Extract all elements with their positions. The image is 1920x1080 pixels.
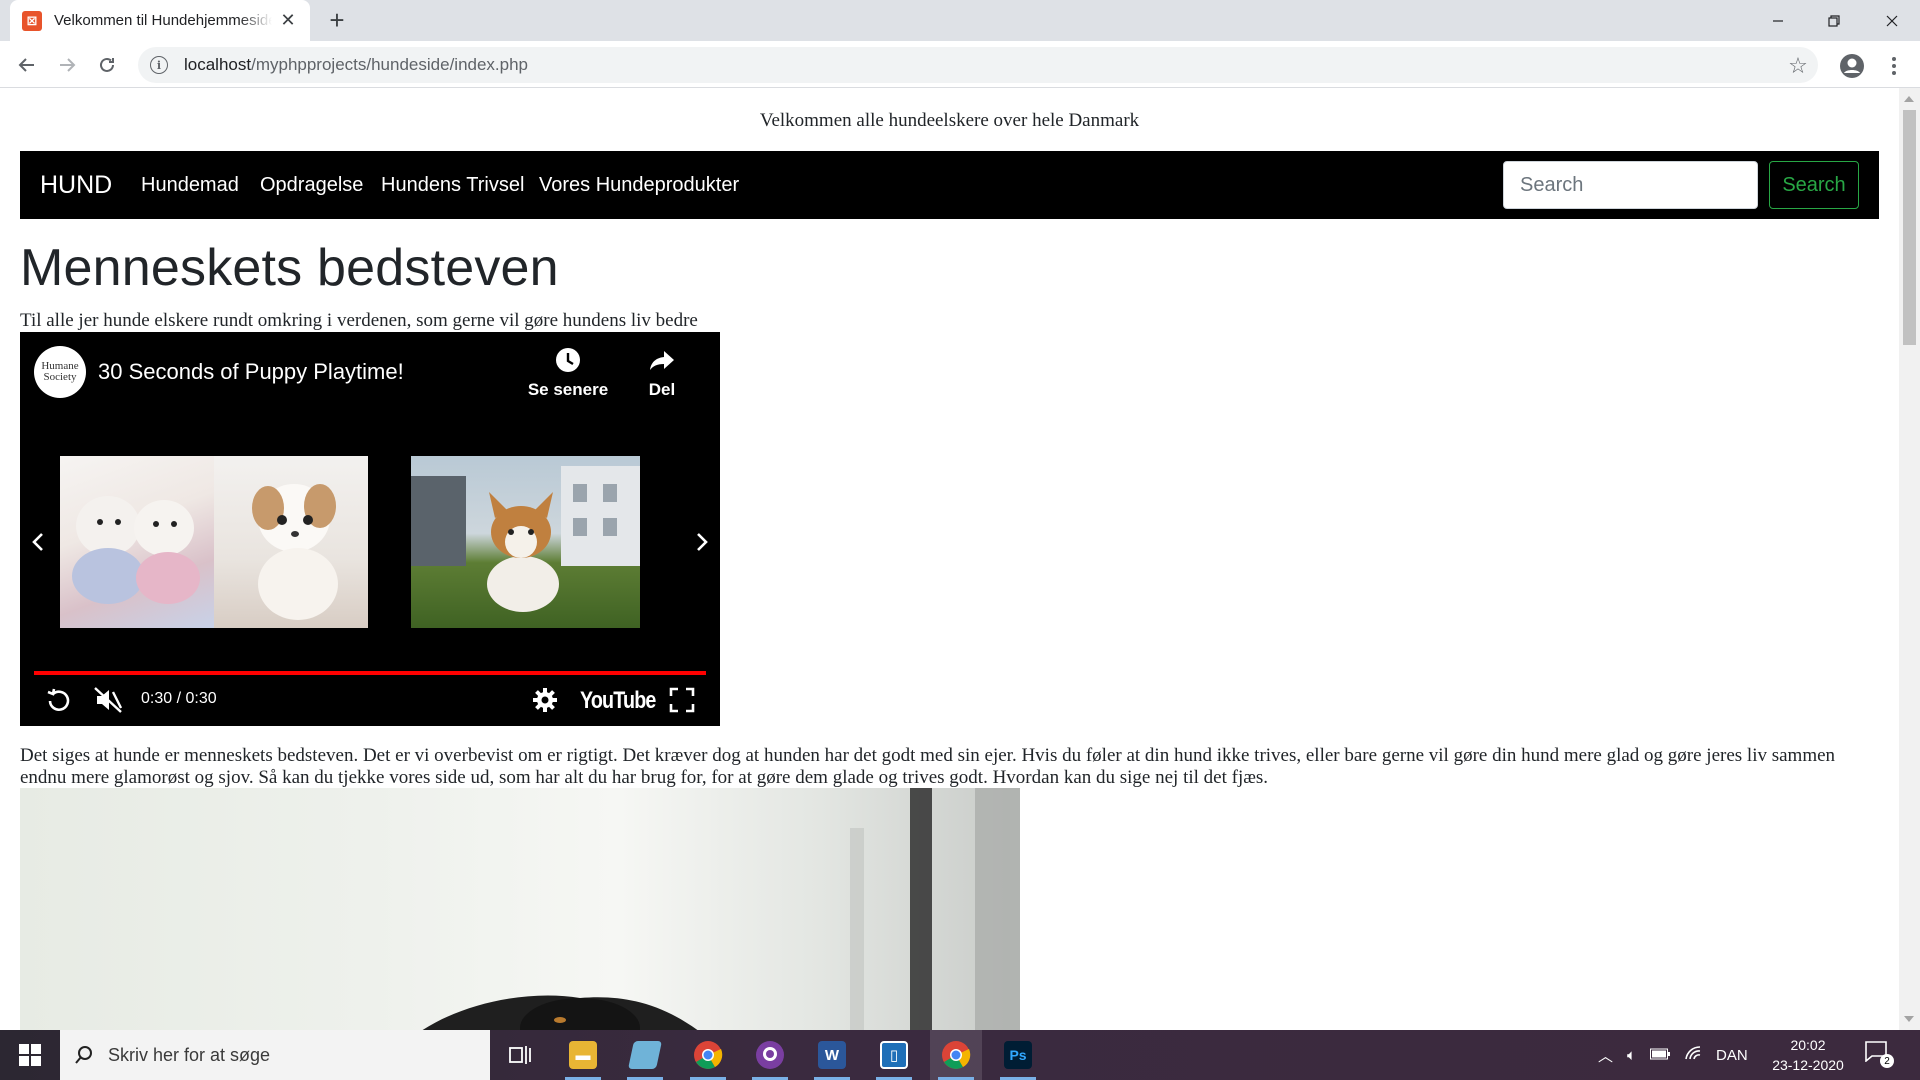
- page-viewport: Velkommen alle hundeelskere over hele Da…: [0, 88, 1899, 1030]
- app-icon[interactable]: ▯: [868, 1030, 920, 1080]
- nav-link-hundemad[interactable]: Hundemad: [141, 174, 239, 197]
- chevron-left-icon[interactable]: [28, 528, 48, 556]
- windows-start-icon[interactable]: [0, 1030, 60, 1080]
- video-thumbnail-corgi[interactable]: [411, 456, 640, 628]
- share-label: Del: [648, 380, 676, 399]
- taskbar-clock[interactable]: 20:02 23-12-2020: [1768, 1035, 1848, 1075]
- reload-icon[interactable]: [91, 49, 123, 81]
- brand-logo[interactable]: HUND: [40, 171, 112, 200]
- notepad-icon[interactable]: [619, 1030, 671, 1080]
- windows-taskbar: Skriv her for at søge ▬ W ▯ Ps ︿ 🔈︎ DAN …: [0, 1030, 1920, 1080]
- profile-avatar-icon[interactable]: [1838, 52, 1866, 80]
- share-arrow-icon: [650, 351, 674, 370]
- settings-gear-icon[interactable]: [530, 684, 560, 716]
- tab-strip: ⊠ Velkommen til Hundehjemmeside ✕ +: [0, 0, 1920, 41]
- notification-center-icon[interactable]: 2: [1864, 1040, 1894, 1070]
- github-desktop-icon[interactable]: [744, 1030, 796, 1080]
- channel-avatar[interactable]: Humane Society: [34, 346, 86, 398]
- intro-paragraph: Det siges at hunde er menneskets bedstev…: [20, 745, 1836, 788]
- site-navbar: HUND Hundemad Opdragelse Hundens Trivsel…: [20, 151, 1879, 219]
- close-window-button[interactable]: [1864, 0, 1920, 41]
- dog-hero-image: [20, 788, 1020, 1030]
- address-bar[interactable]: i localhost/myphpprojects/hundeside/inde…: [138, 47, 1818, 83]
- speaker-icon[interactable]: 🔈︎: [1627, 1047, 1636, 1064]
- scroll-up-arrow-icon[interactable]: [1904, 96, 1914, 102]
- notification-count: 2: [1880, 1054, 1894, 1068]
- scrollbar-thumb[interactable]: [1903, 110, 1916, 345]
- nav-link-opdragelse[interactable]: Opdragelse: [260, 174, 363, 197]
- nav-link-hundeprodukter[interactable]: Vores Hundeprodukter: [539, 174, 739, 197]
- youtube-logo[interactable]: YouTube: [580, 687, 656, 715]
- task-view-icon[interactable]: [494, 1030, 546, 1080]
- page-title: Menneskets bedsteven: [20, 239, 559, 297]
- muted-speaker-icon[interactable]: [92, 684, 124, 716]
- watch-later-button[interactable]: Se senere: [523, 346, 613, 400]
- taskbar-search-placeholder: Skriv her for at søge: [108, 1044, 271, 1065]
- minimize-button[interactable]: [1750, 0, 1806, 41]
- search-button[interactable]: Search: [1769, 161, 1859, 209]
- page-subtitle: Til alle jer hunde elskere rundt omkring…: [20, 310, 698, 331]
- restore-button[interactable]: [1806, 0, 1862, 41]
- system-tray: ︿ 🔈︎ DAN: [1598, 1030, 1748, 1080]
- language-indicator[interactable]: DAN: [1716, 1047, 1748, 1064]
- video-progress-bar[interactable]: [34, 671, 706, 675]
- search-icon: [75, 1046, 92, 1064]
- video-thumbnail-chihuahua[interactable]: [214, 456, 368, 628]
- bookmark-star-icon[interactable]: ☆: [1786, 53, 1810, 78]
- wifi-icon[interactable]: [1684, 1045, 1702, 1065]
- file-explorer-icon[interactable]: ▬: [557, 1030, 609, 1080]
- browser-tab[interactable]: ⊠ Velkommen til Hundehjemmeside ✕: [10, 0, 310, 41]
- tab-title: Velkommen til Hundehjemmeside: [54, 12, 272, 29]
- chevron-up-icon[interactable]: ︿: [1598, 1045, 1613, 1066]
- share-button[interactable]: Del: [617, 346, 707, 400]
- search-input[interactable]: [1503, 161, 1758, 209]
- fullscreen-icon[interactable]: [667, 684, 697, 716]
- watch-later-label: Se senere: [527, 380, 609, 399]
- clock-time: 20:02: [1790, 1037, 1826, 1053]
- photoshop-icon[interactable]: Ps: [992, 1030, 1044, 1080]
- taskbar-search-box[interactable]: Skriv her for at søge: [60, 1030, 490, 1080]
- clock-date: 23-12-2020: [1772, 1057, 1844, 1073]
- welcome-banner: Velkommen alle hundeelskere over hele Da…: [759, 110, 1140, 131]
- browser-toolbar: i localhost/myphpprojects/hundeside/inde…: [0, 41, 1920, 88]
- page-scrollbar[interactable]: [1899, 88, 1920, 1030]
- tab-close-icon[interactable]: ✕: [278, 10, 298, 31]
- back-arrow-icon[interactable]: [11, 49, 43, 81]
- chrome-icon[interactable]: [682, 1030, 734, 1080]
- xampp-favicon-icon: ⊠: [22, 10, 42, 31]
- chevron-right-icon[interactable]: [692, 528, 712, 556]
- youtube-embed[interactable]: Humane Society 30 Seconds of Puppy Playt…: [20, 332, 720, 726]
- clock-icon: [556, 348, 580, 372]
- scroll-down-arrow-icon[interactable]: [1904, 1016, 1914, 1022]
- video-title[interactable]: 30 Seconds of Puppy Playtime!: [98, 359, 404, 385]
- site-info-icon[interactable]: i: [150, 56, 168, 74]
- battery-icon[interactable]: [1650, 1047, 1671, 1064]
- video-time: 0:30 / 0:30: [141, 690, 217, 707]
- word-icon[interactable]: W: [806, 1030, 858, 1080]
- new-tab-button[interactable]: +: [323, 5, 351, 35]
- browser-menu-icon[interactable]: [1882, 52, 1906, 80]
- chrome-active-icon[interactable]: [930, 1030, 982, 1080]
- url-text[interactable]: localhost/myphpprojects/hundeside/index.…: [184, 55, 528, 75]
- nav-link-hundens-trivsel[interactable]: Hundens Trivsel: [381, 174, 524, 197]
- replay-icon[interactable]: [44, 684, 74, 716]
- forward-arrow-icon[interactable]: [51, 49, 83, 81]
- video-thumbnail-puppies[interactable]: [60, 456, 214, 628]
